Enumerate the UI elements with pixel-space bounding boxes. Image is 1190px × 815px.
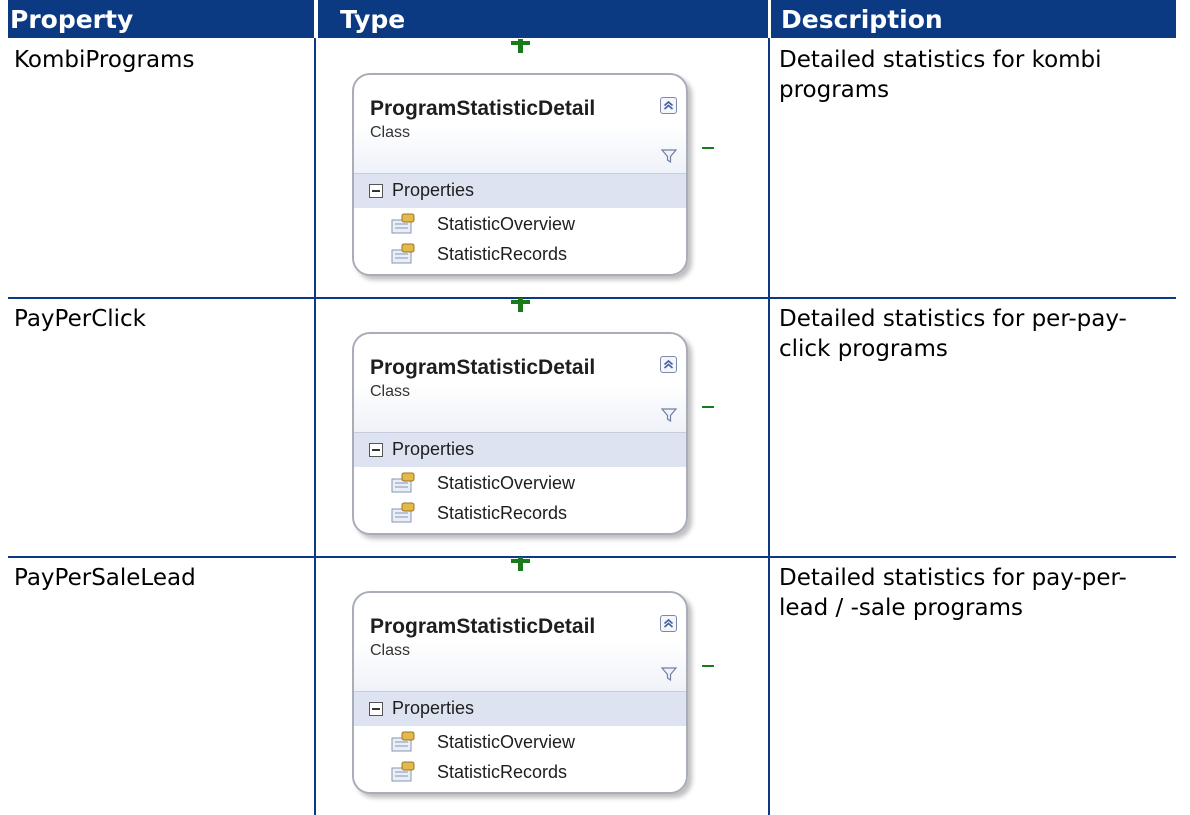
class-stereotype: Class	[370, 642, 411, 659]
class-shape[interactable]: ProgramStatisticDetail Class Properties	[352, 73, 688, 276]
property-table: Property Type Description KombiPrograms …	[8, 0, 1176, 815]
class-shape[interactable]: ProgramStatisticDetail Class Properties	[352, 332, 688, 535]
section-label: Properties	[392, 439, 475, 459]
section-label: Properties	[392, 180, 475, 200]
class-header: ProgramStatisticDetail Class	[354, 334, 686, 432]
class-shape[interactable]: ProgramStatisticDetail Class Properties	[352, 591, 688, 794]
association-connector	[702, 665, 714, 667]
properties-section[interactable]: Properties	[354, 432, 686, 468]
table-row: PayPerClick ProgramStatisticDetail Class	[8, 298, 1176, 556]
property-list: StatisticOverview StatisticRecords	[354, 726, 686, 792]
class-diagram: ProgramStatisticDetail Class Properties	[352, 298, 752, 556]
collapse-icon[interactable]	[369, 702, 383, 716]
property-icon	[391, 472, 417, 494]
property-label: StatisticOverview	[437, 473, 576, 493]
association-connector	[702, 406, 714, 408]
class-name: ProgramStatisticDetail	[370, 356, 596, 379]
property-label: StatisticRecords	[437, 244, 568, 264]
filter-icon[interactable]	[660, 665, 678, 683]
collapse-icon[interactable]	[369, 184, 383, 198]
property-icon	[391, 761, 417, 783]
property-label: StatisticOverview	[437, 214, 576, 234]
double-chevron-up-icon[interactable]	[660, 615, 677, 632]
header-property: Property	[8, 0, 314, 38]
header-description: Description	[771, 0, 1176, 38]
association-connector	[702, 147, 714, 149]
collapse-icon[interactable]	[369, 443, 383, 457]
inheritance-arrow-head	[511, 41, 530, 45]
property-label: StatisticRecords	[437, 762, 568, 782]
double-chevron-up-icon[interactable]	[660, 356, 677, 373]
class-header: ProgramStatisticDetail Class	[354, 593, 686, 691]
class-name: ProgramStatisticDetail	[370, 97, 596, 120]
property-icon	[391, 213, 417, 235]
filter-icon[interactable]	[660, 147, 678, 165]
list-item[interactable]: StatisticOverview	[391, 469, 671, 499]
properties-section[interactable]: Properties	[354, 691, 686, 727]
double-chevron-up-icon[interactable]	[660, 97, 677, 114]
class-name: ProgramStatisticDetail	[370, 615, 596, 638]
property-description: Detailed statistics for per-pay-click pr…	[779, 306, 1127, 362]
property-list: StatisticOverview StatisticRecords	[354, 208, 686, 274]
property-icon	[391, 731, 417, 753]
class-diagram: ProgramStatisticDetail Class Properties	[352, 39, 752, 297]
header-type: Type	[318, 0, 768, 38]
property-description: Detailed statistics for kombi programs	[779, 47, 1102, 103]
table-row: PayPerSaleLead ProgramStatisticDetail Cl…	[8, 557, 1176, 815]
table-row: KombiPrograms ProgramStatisticDetail Cla…	[8, 39, 1176, 297]
list-item[interactable]: StatisticRecords	[391, 240, 671, 270]
property-description: Detailed statistics for pay-per-lead / -…	[779, 565, 1127, 621]
properties-section[interactable]: Properties	[354, 173, 686, 209]
inheritance-arrow-head	[511, 559, 530, 563]
list-item[interactable]: StatisticOverview	[391, 728, 671, 758]
property-name: PayPerSaleLead	[14, 565, 196, 591]
property-icon	[391, 502, 417, 524]
list-item[interactable]: StatisticRecords	[391, 758, 671, 788]
property-name: PayPerClick	[14, 306, 147, 332]
property-list: StatisticOverview StatisticRecords	[354, 467, 686, 533]
property-label: StatisticRecords	[437, 503, 568, 523]
class-header: ProgramStatisticDetail Class	[354, 75, 686, 173]
inheritance-arrow-head	[511, 300, 530, 304]
property-label: StatisticOverview	[437, 732, 576, 752]
filter-icon[interactable]	[660, 406, 678, 424]
class-stereotype: Class	[370, 124, 411, 141]
class-diagram: ProgramStatisticDetail Class Properties	[352, 557, 752, 815]
class-stereotype: Class	[370, 383, 411, 400]
list-item[interactable]: StatisticOverview	[391, 210, 671, 240]
property-icon	[391, 243, 417, 265]
section-label: Properties	[392, 698, 475, 718]
list-item[interactable]: StatisticRecords	[391, 499, 671, 529]
property-name: KombiPrograms	[14, 47, 195, 73]
